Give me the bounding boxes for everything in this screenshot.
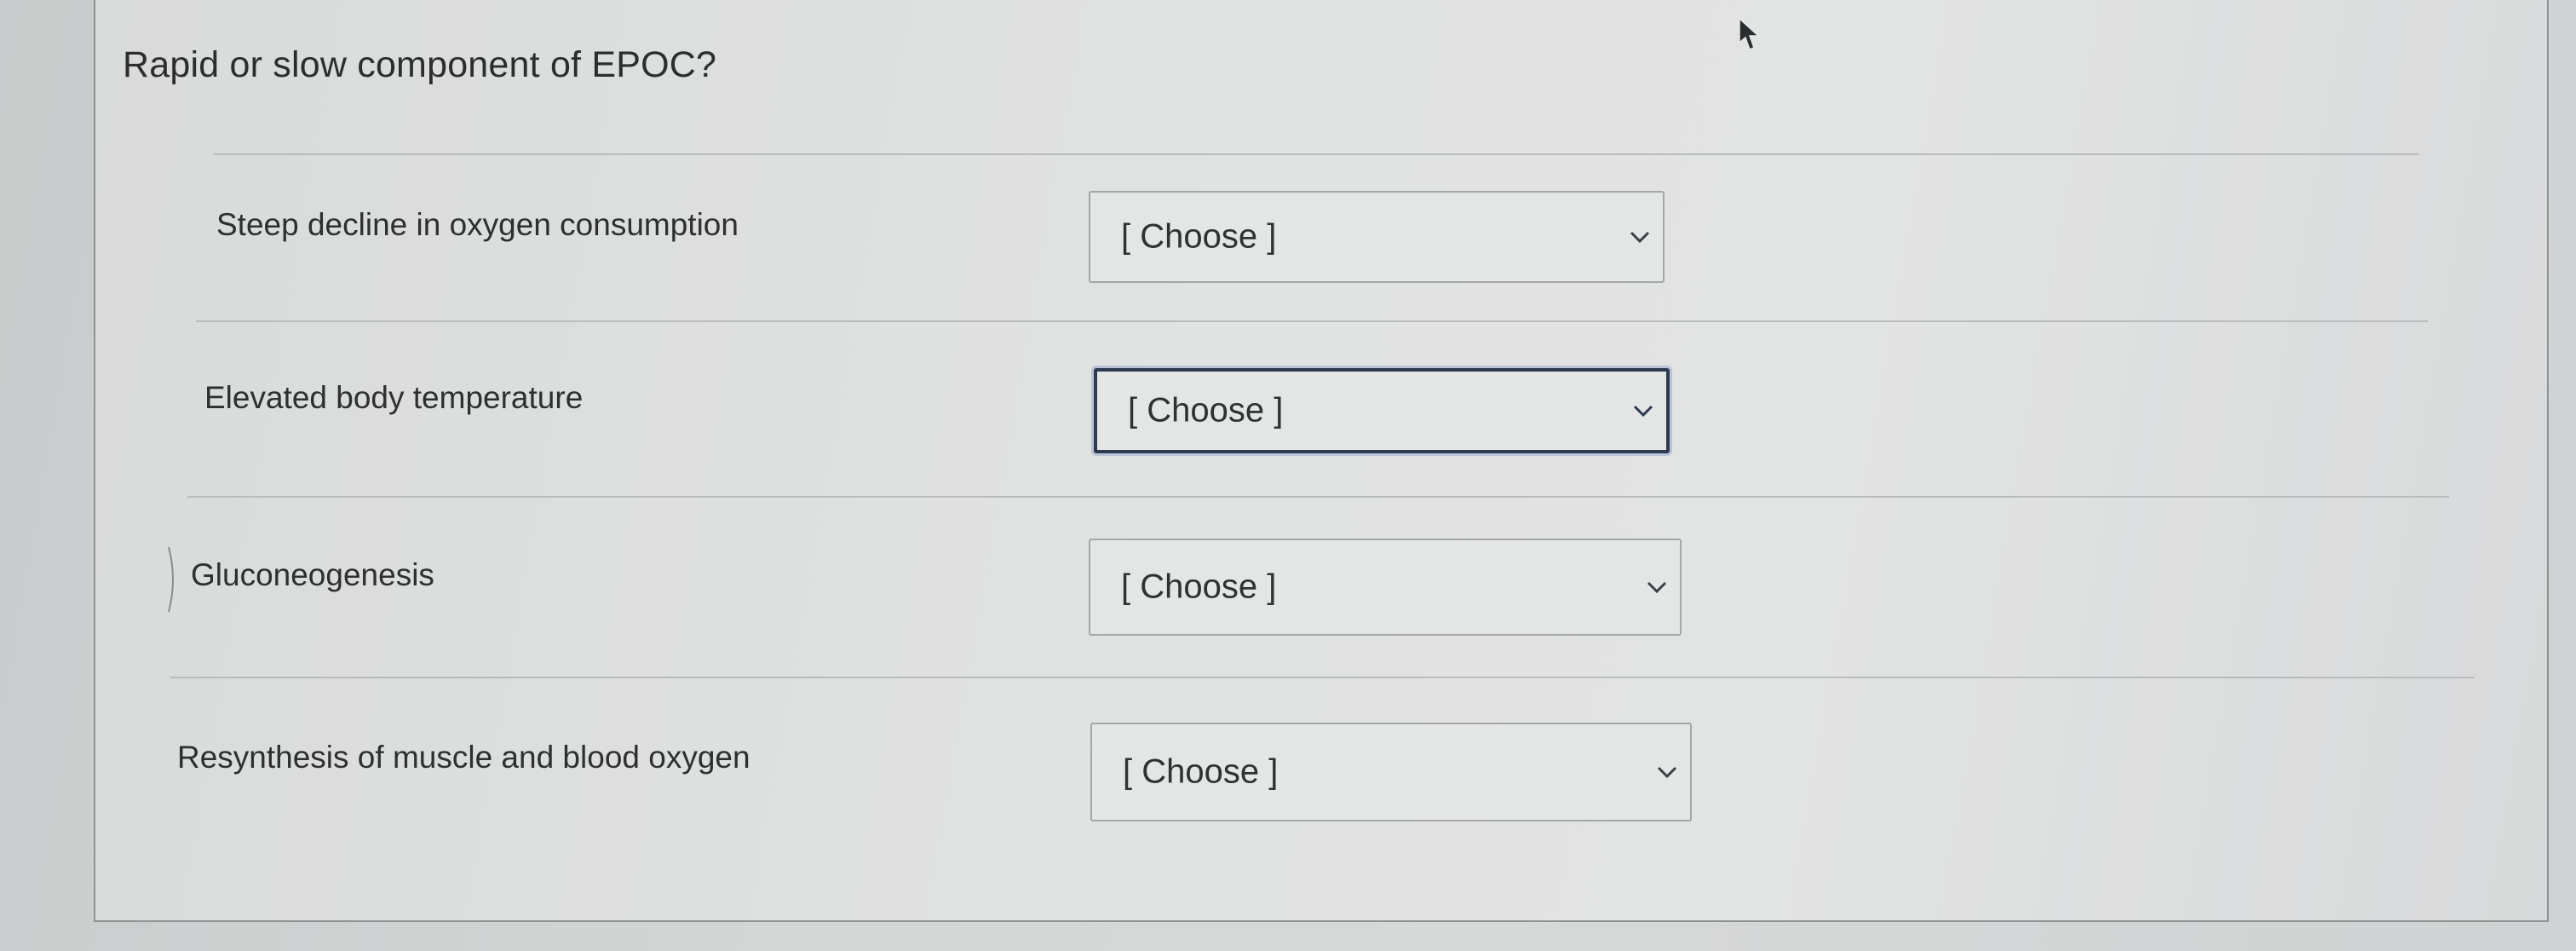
chevron-down-icon: [1633, 405, 1653, 418]
mouse-cursor-icon: [1739, 17, 1760, 50]
question-title: Rapid or slow component of EPOC?: [123, 44, 717, 85]
row-divider: [170, 677, 2475, 678]
edge-bracket-icon: [168, 546, 174, 613]
select-resynthesis[interactable]: [ Choose ]: [1090, 723, 1692, 821]
chevron-down-icon: [1647, 581, 1667, 594]
row-label-gluconeogenesis: Gluconeogenesis: [191, 557, 434, 592]
select-value: [ Choose ]: [1121, 217, 1277, 256]
chevron-down-icon: [1630, 231, 1650, 244]
select-elevated-temperature[interactable]: [ Choose ]: [1094, 368, 1670, 453]
row-label-steep-decline: Steep decline in oxygen consumption: [216, 207, 739, 242]
select-value: [ Choose ]: [1121, 568, 1277, 606]
select-gluconeogenesis[interactable]: [ Choose ]: [1089, 539, 1682, 636]
row-divider: [187, 496, 2449, 498]
select-steep-decline[interactable]: [ Choose ]: [1089, 191, 1665, 283]
chevron-down-icon: [1657, 766, 1677, 779]
select-value: [ Choose ]: [1123, 752, 1279, 791]
row-label-resynthesis: Resynthesis of muscle and blood oxygen: [177, 740, 750, 775]
row-label-elevated-temperature: Elevated body temperature: [204, 380, 584, 415]
select-value: [ Choose ]: [1128, 391, 1284, 429]
title-divider: [213, 153, 2419, 155]
row-divider: [196, 320, 2428, 322]
